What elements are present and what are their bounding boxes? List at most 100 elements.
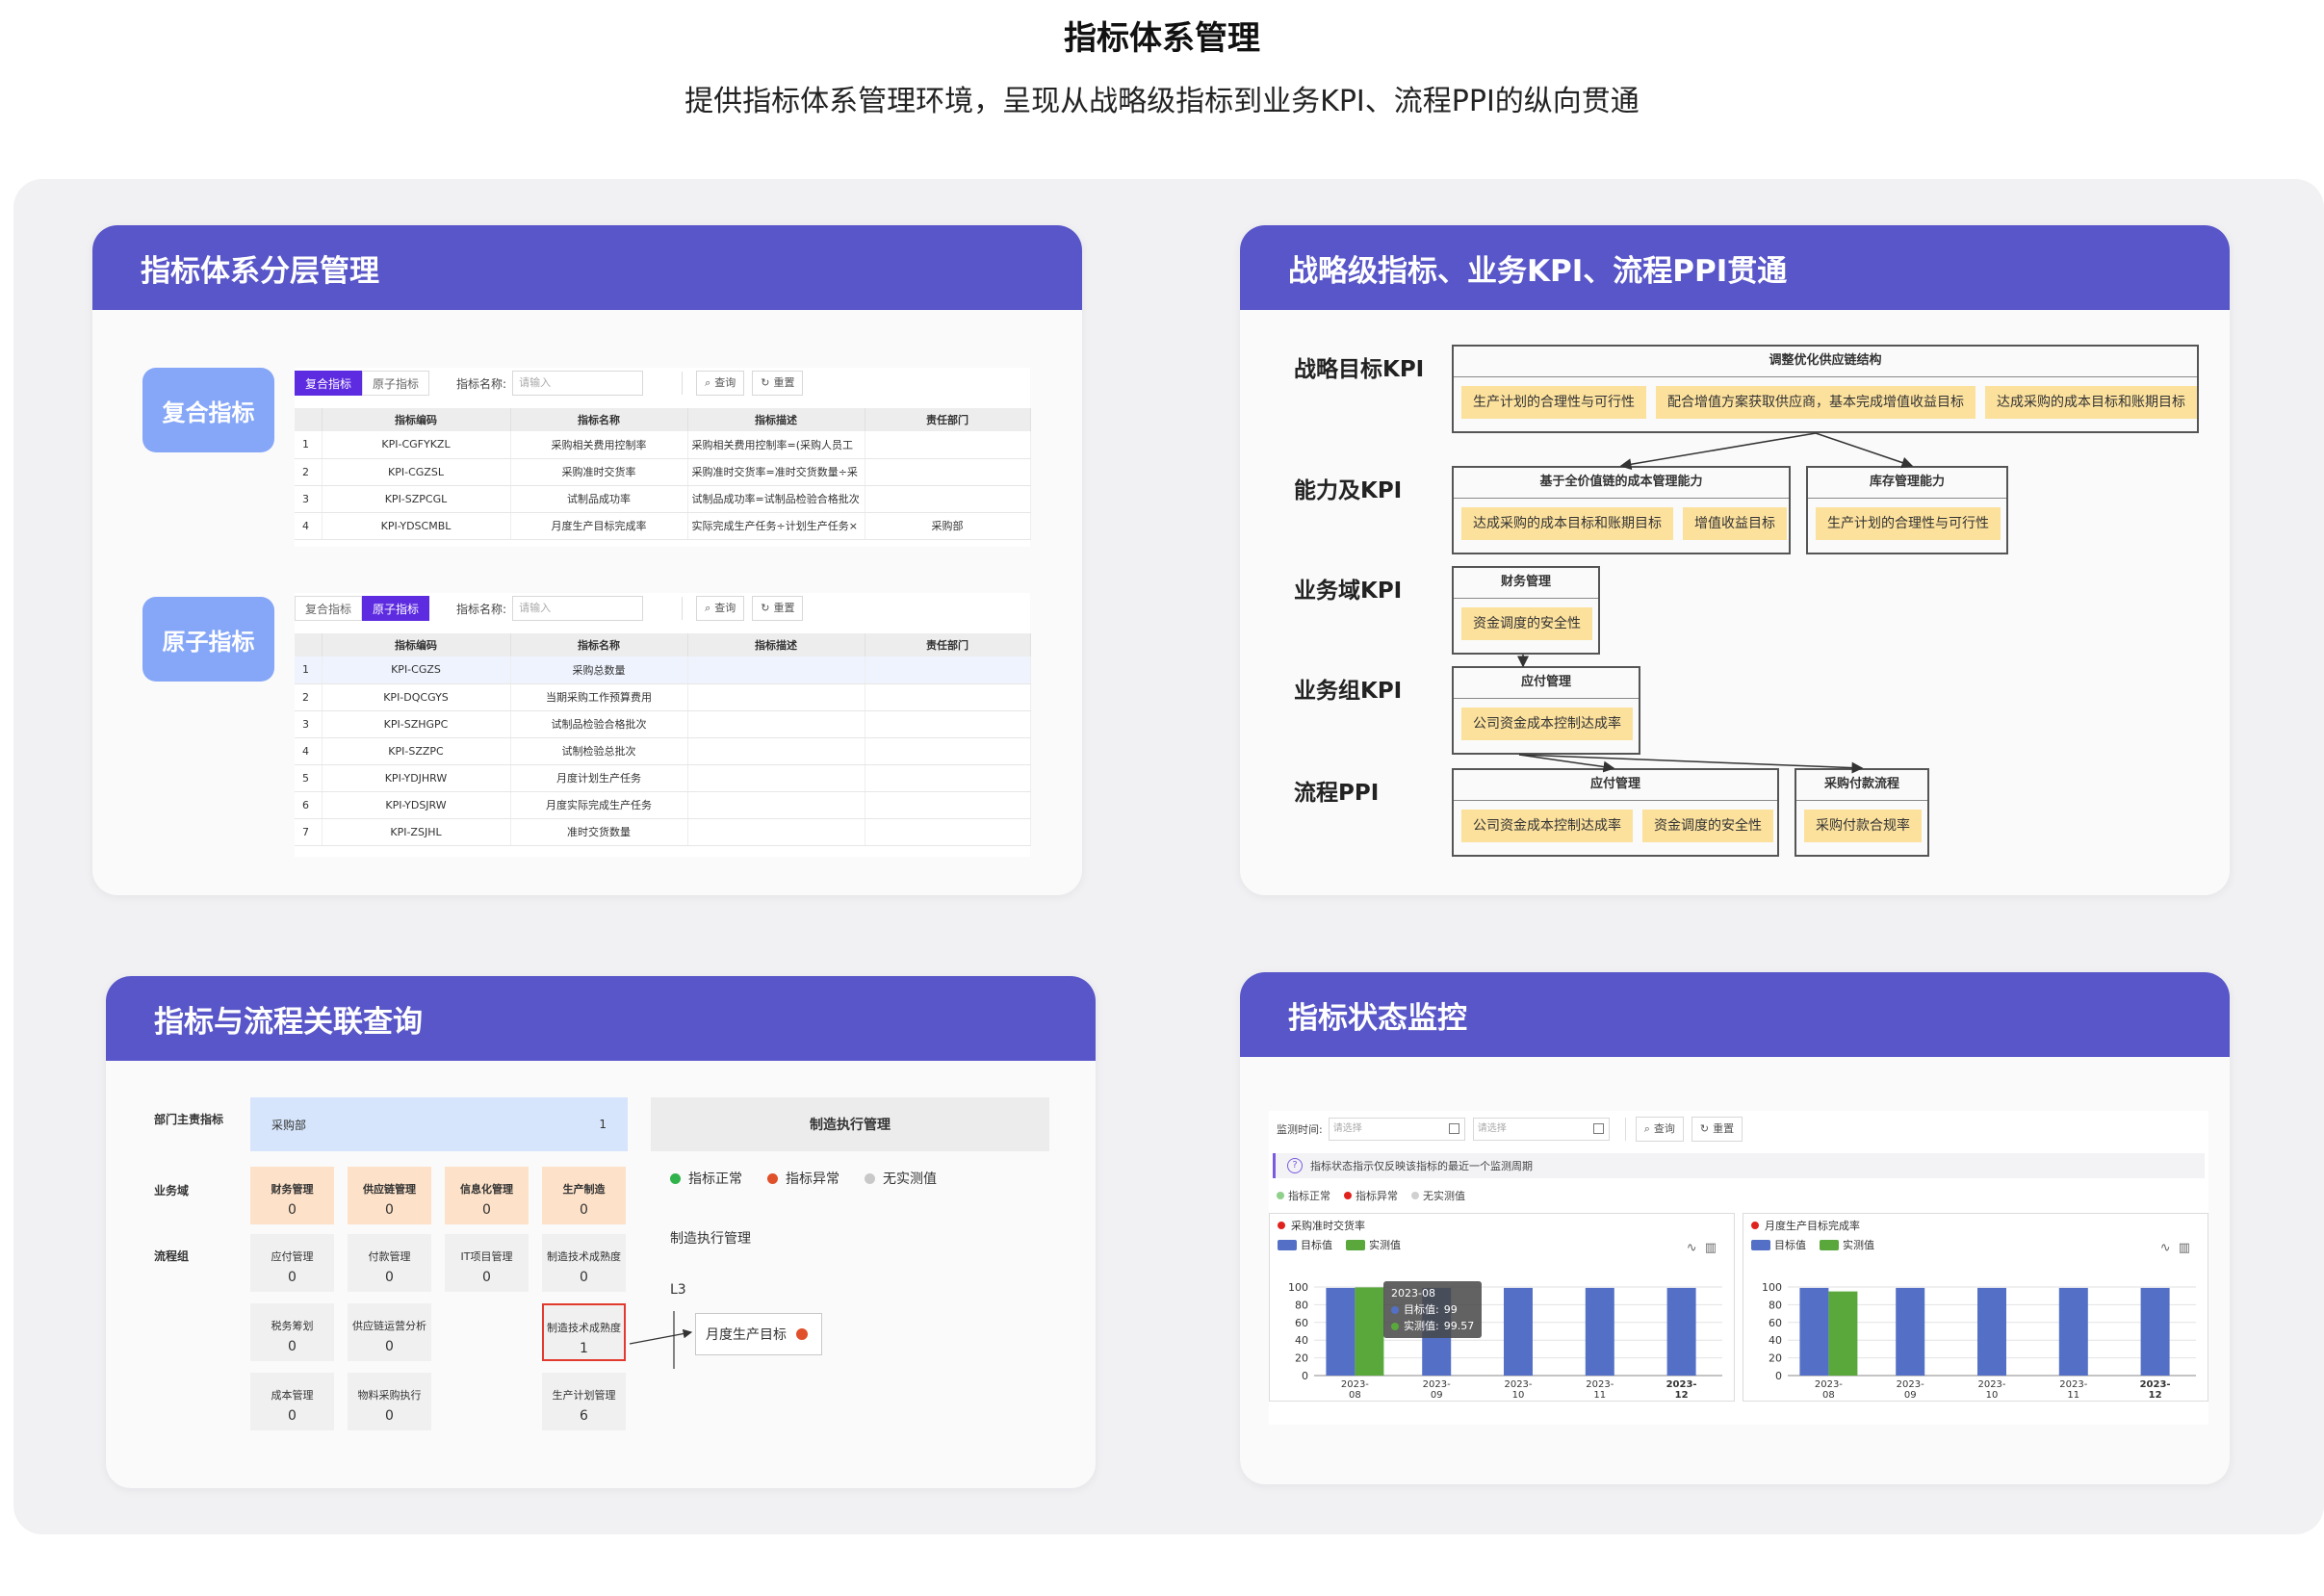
y-tick-label: 100 bbox=[1288, 1281, 1308, 1294]
dept-bar[interactable]: 采购部 1 bbox=[250, 1097, 628, 1151]
column-header bbox=[295, 408, 323, 431]
indicator-cell[interactable]: 生产计划管理 6 bbox=[542, 1373, 626, 1430]
table-cell bbox=[865, 818, 1031, 846]
table-row[interactable]: 2 KPI-DQCGYS 当期采购工作预算费用 bbox=[295, 683, 1031, 711]
table-row[interactable]: 3 KPI-SZHGPC 试制品检验合格批次 bbox=[295, 710, 1031, 738]
box-title: 应付管理 bbox=[1454, 668, 1639, 699]
indicator-cell[interactable]: 制造技术成熟度 0 bbox=[542, 1234, 626, 1292]
table-cell: 采购准时交货率 bbox=[510, 458, 688, 486]
indicator-cell[interactable]: 供应链运营分析 0 bbox=[348, 1303, 431, 1361]
group-box[interactable]: 应付管理 公司资金成本控制达成率 bbox=[1452, 666, 1640, 755]
strategy-box[interactable]: 调整优化供应链结构 生产计划的合理性与可行性 配合增值方案获取供应商，基本完成增… bbox=[1452, 345, 2199, 433]
atomic-indicator-pill[interactable]: 原子指标 bbox=[142, 597, 274, 682]
ability-box-cost[interactable]: 基于全价值链的成本管理能力 达成采购的成本目标和账期目标 增值收益目标 bbox=[1452, 466, 1791, 554]
refresh-icon: ↻ bbox=[1699, 1122, 1710, 1135]
table-row[interactable]: 2 KPI-CGZSL 采购准时交货率 采购准时交货率=准时交货数量÷采 bbox=[295, 458, 1031, 486]
table-cell: 3 bbox=[295, 710, 323, 738]
y-tick-label: 80 bbox=[1769, 1299, 1782, 1311]
indicator-cell[interactable]: 付款管理 0 bbox=[348, 1234, 431, 1292]
reset-button[interactable]: ↻ 重置 bbox=[1691, 1117, 1743, 1142]
indicator-chip[interactable]: 增值收益目标 bbox=[1683, 507, 1787, 540]
indicator-chip[interactable]: 公司资金成本控制达成率 bbox=[1461, 708, 1633, 740]
table-row[interactable]: 4 KPI-YDSCMBL 月度生产目标完成率 实际完成生产任务÷计划生产任务× 采购部 bbox=[295, 512, 1031, 540]
indicator-chip[interactable]: 公司资金成本控制达成率 bbox=[1461, 810, 1633, 842]
table-cell bbox=[865, 458, 1031, 486]
composite-toolbar: 复合指标 原子指标 指标名称: 请输入 ⌕ 查询 ↻ 重置 bbox=[295, 368, 1030, 399]
indicator-cell[interactable]: 财务管理 0 bbox=[250, 1167, 334, 1224]
dept-name: 采购部 bbox=[271, 1118, 307, 1132]
series-dot bbox=[1391, 1322, 1399, 1330]
table-cell: KPI-YDSJRW bbox=[322, 791, 511, 819]
atomic-table: 指标编码 指标名称 指标描述 责任部门 1 KPI-CGZS 采购总数量 2 KPI-DQCG… bbox=[295, 633, 1031, 846]
legend-label: 指标异常 bbox=[786, 1171, 839, 1187]
ppi-box-payment[interactable]: 采购付款流程 采购付款合规率 bbox=[1795, 768, 1929, 857]
table-row[interactable]: 7 KPI-ZSJHL 准时交货数量 bbox=[295, 818, 1031, 846]
indicator-cell[interactable]: 供应链管理 0 bbox=[348, 1167, 431, 1224]
table-cell: 采购准时交货率=准时交货数量÷采 bbox=[687, 458, 865, 486]
indicator-cell[interactable]: IT项目管理 0 bbox=[445, 1234, 529, 1292]
table-cell bbox=[687, 683, 865, 711]
box-title: 财务管理 bbox=[1454, 568, 1598, 599]
indicator-chip[interactable]: 配合增值方案获取供应商，基本完成增值收益目标 bbox=[1656, 386, 1975, 419]
status-dot bbox=[1277, 1192, 1284, 1199]
indicator-chip[interactable]: 采购付款合规率 bbox=[1804, 810, 1922, 842]
indicator-cell[interactable]: 应付管理 0 bbox=[250, 1234, 334, 1292]
table-row[interactable]: 4 KPI-SZZPC 试制检验总批次 bbox=[295, 737, 1031, 765]
indicator-chip[interactable]: 资金调度的安全性 bbox=[1461, 607, 1592, 640]
indicator-cell[interactable]: 成本管理 0 bbox=[250, 1373, 334, 1430]
indicator-cell[interactable]: 物料采购执行 0 bbox=[348, 1373, 431, 1430]
box-title: 采购付款流程 bbox=[1796, 770, 1927, 801]
tab-atomic[interactable]: 原子指标 bbox=[362, 596, 430, 621]
goal-node[interactable]: 月度生产目标 bbox=[695, 1313, 822, 1355]
indicator-cell[interactable]: 信息化管理 0 bbox=[445, 1167, 529, 1224]
cell-count: 0 bbox=[580, 1270, 588, 1285]
ppi-box-payable[interactable]: 应付管理 公司资金成本控制达成率 资金调度的安全性 bbox=[1452, 768, 1779, 857]
indicator-cell[interactable]: 生产制造 0 bbox=[542, 1167, 626, 1224]
reset-button[interactable]: ↻ 重置 bbox=[752, 371, 804, 396]
table-row[interactable]: 6 KPI-YDSJRW 月度实际完成生产任务 bbox=[295, 791, 1031, 819]
table-row[interactable]: 1 KPI-CGZS 采购总数量 bbox=[295, 656, 1031, 684]
table-cell bbox=[687, 791, 865, 819]
indicator-chip[interactable]: 达成采购的成本目标和账期目标 bbox=[1461, 507, 1673, 540]
table-cell: KPI-SZPCGL bbox=[322, 485, 511, 513]
y-tick-label: 40 bbox=[1769, 1334, 1782, 1347]
table-cell: 采购相关费用控制率 bbox=[510, 431, 688, 459]
start-date-input[interactable]: 请选择 bbox=[1328, 1118, 1465, 1141]
indicator-chip[interactable]: 资金调度的安全性 bbox=[1642, 810, 1773, 842]
x-tick-label: 2023- bbox=[2059, 1379, 2087, 1390]
table-row[interactable]: 1 KPI-CGFYKZL 采购相关费用控制率 采购相关费用控制率=(采购人员工 bbox=[295, 431, 1031, 459]
ability-box-inventory[interactable]: 库存管理能力 生产计划的合理性与可行性 bbox=[1806, 466, 2008, 554]
cell-count: 0 bbox=[288, 1339, 297, 1354]
tab-atomic[interactable]: 原子指标 bbox=[362, 371, 430, 396]
table-row[interactable]: 5 KPI-YDJHRW 月度计划生产任务 bbox=[295, 764, 1031, 792]
chart-panel-0: 采购准时交货率 目标值 实测值 ∿▥ 0 20 40 60 80 100 2023- 08 20… bbox=[1269, 1213, 1735, 1402]
table-cell: 月度计划生产任务 bbox=[510, 764, 688, 792]
y-tick-label: 0 bbox=[1775, 1370, 1782, 1382]
table-row[interactable]: 3 KPI-SZPCGL 试制品成功率 试制品成功率=试制品检验合格批次 bbox=[295, 485, 1031, 513]
name-input[interactable]: 请输入 bbox=[512, 596, 644, 621]
name-input[interactable]: 请输入 bbox=[512, 371, 644, 396]
x-tick-label: 09 bbox=[1904, 1390, 1917, 1401]
card-title: 战略级指标、业务KPI、流程PPI贯通 bbox=[1240, 225, 2230, 310]
reset-button[interactable]: ↻ 重置 bbox=[752, 596, 804, 621]
composite-indicator-pill[interactable]: 复合指标 bbox=[142, 368, 274, 452]
indicator-chip[interactable]: 达成采购的成本目标和账期目标 bbox=[1985, 386, 2197, 419]
indicator-cell[interactable]: 税务筹划 0 bbox=[250, 1303, 334, 1361]
indicator-chip[interactable]: 生产计划的合理性与可行性 bbox=[1816, 507, 2001, 540]
query-button[interactable]: ⌕ 查询 bbox=[696, 596, 745, 621]
indicator-cell[interactable]: 制造技术成熟度 1 bbox=[542, 1303, 626, 1361]
table-cell bbox=[687, 656, 865, 684]
table-cell bbox=[687, 737, 865, 765]
query-button[interactable]: ⌕ 查询 bbox=[696, 371, 745, 396]
cell-count: 0 bbox=[385, 1408, 394, 1424]
end-date-input[interactable]: 请选择 bbox=[1472, 1118, 1610, 1141]
tab-composite[interactable]: 复合指标 bbox=[295, 596, 363, 621]
bar-0 bbox=[1799, 1287, 1829, 1376]
y-tick-label: 100 bbox=[1762, 1281, 1782, 1294]
y-tick-label: 60 bbox=[1295, 1317, 1308, 1329]
x-tick-label: 09 bbox=[1431, 1390, 1443, 1401]
domain-box[interactable]: 财务管理 资金调度的安全性 bbox=[1452, 566, 1600, 655]
query-button[interactable]: ⌕ 查询 bbox=[1635, 1117, 1684, 1142]
tab-composite[interactable]: 复合指标 bbox=[295, 371, 363, 396]
indicator-chip[interactable]: 生产计划的合理性与可行性 bbox=[1461, 386, 1646, 419]
